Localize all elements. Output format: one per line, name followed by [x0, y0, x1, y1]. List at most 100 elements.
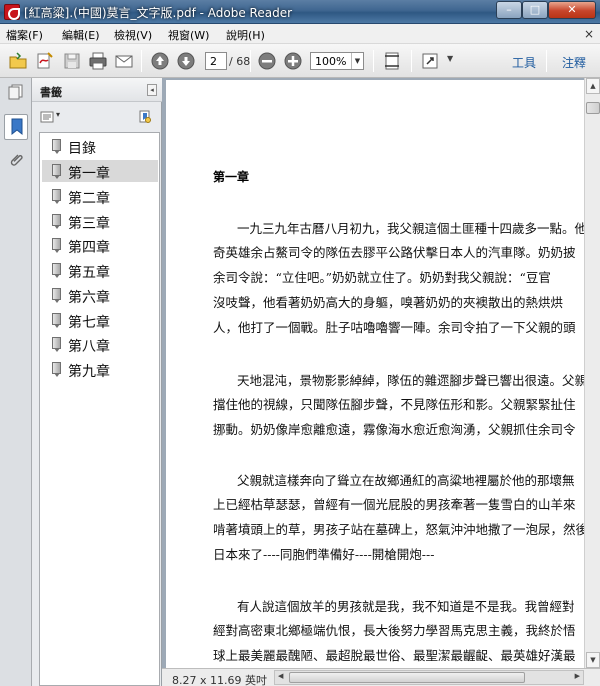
bookmarks-pane: 書籤 ◂ ▾ 目錄 第一章 第二章 第三章 第四章 第五章 第六章 第七章 第八…	[32, 78, 162, 686]
bookmark-chapter-4[interactable]: 第四章	[42, 234, 158, 256]
bookmark-icon	[52, 189, 61, 204]
zoom-value: 100%	[315, 55, 347, 68]
toolbar-separator	[411, 50, 412, 72]
window-title: [紅高粱].(中國)莫言_文字版.pdf - Adobe Reader	[24, 6, 293, 20]
minimize-button[interactable]: –	[496, 1, 522, 19]
paragraph-line: 天地混沌，景物影影綽綽，隊伍的雜遝腳步聲已響出很遠。父親	[237, 373, 584, 388]
paragraph-line: 有人說這個放羊的男孩就是我，我不知道是不是我。我曾經對	[237, 599, 575, 614]
chevron-down-icon[interactable]: ▼	[351, 53, 363, 69]
bookmark-icon	[52, 263, 61, 278]
bookmark-icon	[52, 214, 61, 229]
page-thumbnails-icon[interactable]	[8, 84, 24, 100]
paragraph-line: 沒吱聲，他看著奶奶高大的身軀，嗅著奶奶的夾襖散出的熱烘烘	[213, 295, 564, 310]
bookmark-icon	[10, 118, 24, 136]
bookmark-icon	[52, 139, 61, 154]
bookmark-chapter-5[interactable]: 第五章	[42, 259, 158, 281]
bookmark-chapter-3[interactable]: 第三章	[42, 210, 158, 232]
scroll-down-icon[interactable]: ▼	[586, 652, 600, 668]
menu-file[interactable]: 檔案(F)	[6, 27, 43, 43]
create-pdf-icon[interactable]	[34, 51, 54, 71]
menu-bar: 檔案(F) 編輯(E) 檢視(V) 視窗(W) 說明(H) ×	[0, 24, 600, 44]
toolbar-separator	[141, 50, 142, 72]
paragraph-line: 日本來了----同胞們準備好----開槍開炮---	[213, 547, 435, 562]
bookmarks-panel-button[interactable]	[4, 114, 28, 140]
bookmark-toc[interactable]: 目錄	[42, 135, 158, 157]
vertical-scrollbar[interactable]: ▲ ▼	[584, 78, 600, 668]
zoom-in-icon[interactable]	[283, 51, 303, 71]
paragraph-line: 奇英雄余占鰲司令的隊伍去膠平公路伏擊日本人的汽車隊。奶奶披	[213, 245, 576, 260]
page-total: / 68	[229, 55, 251, 68]
paragraph-line: 擋住他的視線，只聞隊伍腳步聲，不見隊伍形和影。父親緊緊扯住	[213, 397, 576, 412]
open-icon[interactable]	[8, 51, 28, 71]
zoom-select[interactable]: 100% ▼	[310, 52, 364, 70]
bookmark-icon	[52, 362, 61, 377]
bookmarks-header: 書籤 ◂	[32, 78, 162, 102]
email-icon[interactable]	[114, 51, 134, 71]
attachment-icon[interactable]	[8, 152, 24, 168]
toolbar-separator	[373, 50, 374, 72]
paragraph-line: 經對高密東北鄉極端仇恨，長大後努力學習馬克思主義，我終於悟	[213, 623, 576, 638]
pdf-page: 第一章 一九三九年古曆八月初九，我父親這個土匪種十四歲多一點。他 奇英雄余占鰲司…	[166, 80, 584, 680]
document-viewport[interactable]: 第一章 一九三九年古曆八月初九，我父親這個土匪種十四歲多一點。他 奇英雄余占鰲司…	[162, 78, 584, 680]
paragraph-line: 啃著墳頭上的草，男孩子站在墓碑上，怒氣沖沖地撒了一泡尿，然後	[213, 522, 584, 537]
navigation-rail	[0, 78, 32, 686]
bookmark-options-icon[interactable]	[40, 111, 54, 123]
paragraph-line: 余司令說：“立住吧。”奶奶就立住了。奶奶對我父親說：“豆官	[213, 270, 551, 285]
page-number-input[interactable]: 2	[205, 52, 227, 70]
print-icon[interactable]	[88, 51, 108, 71]
maximize-button[interactable]: □	[522, 1, 548, 19]
vertical-scroll-thumb[interactable]	[586, 102, 600, 114]
paragraph-line: 人，他打了一個戰。肚子咕嚕嚕響一陣。余司令拍了一下父親的頭	[213, 320, 576, 335]
bookmark-chapter-2[interactable]: 第二章	[42, 185, 158, 207]
bookmark-icon	[52, 337, 61, 352]
paragraph-line: 球上最美麗最醜陋、最超脫最世俗、最聖潔最齷齪、最英雄好漢最	[213, 648, 576, 663]
toolbar-separator	[250, 50, 251, 72]
bookmarks-title: 書籤	[40, 86, 62, 99]
paragraph-line: 挪動。奶奶像岸愈離愈遠，霧像海水愈近愈洶湧，父親抓住余司令	[213, 422, 576, 437]
collapse-panel-icon[interactable]: ◂	[147, 84, 157, 96]
page-size-label: 8.27 x 11.69 英吋	[172, 674, 267, 686]
bookmark-chapter-9[interactable]: 第九章	[42, 358, 158, 380]
horizontal-scroll-thumb[interactable]	[289, 672, 525, 683]
paragraph-line: 上已經枯草瑟瑟，曾經有一個光屁股的男孩牽著一隻雪白的山羊來	[213, 497, 576, 512]
bookmark-icon	[52, 238, 61, 253]
bookmarks-toolbar: ▾	[32, 102, 162, 132]
fullscreen-icon[interactable]	[420, 51, 440, 71]
scroll-left-icon[interactable]: ◀	[278, 672, 283, 680]
bookmark-chapter-8[interactable]: 第八章	[42, 333, 158, 355]
adobe-reader-icon	[4, 4, 20, 20]
document-close-icon[interactable]: ×	[584, 27, 594, 41]
bookmark-icon	[52, 164, 61, 179]
page-up-icon[interactable]	[150, 51, 170, 71]
menu-view[interactable]: 檢視(V)	[114, 27, 152, 43]
status-bar: 8.27 x 11.69 英吋 ◀ ▶	[162, 668, 600, 686]
page-down-icon[interactable]	[176, 51, 196, 71]
bookmark-list: 目錄 第一章 第二章 第三章 第四章 第五章 第六章 第七章 第八章 第九章	[39, 132, 160, 686]
title-bar: [紅高粱].(中國)莫言_文字版.pdf - Adobe Reader – □ …	[0, 0, 600, 24]
bookmark-chapter-6[interactable]: 第六章	[42, 284, 158, 306]
zoom-out-icon[interactable]	[257, 51, 277, 71]
toolbar-separator	[546, 50, 547, 72]
bookmark-chapter-7[interactable]: 第七章	[42, 309, 158, 331]
close-button[interactable]: ✕	[548, 1, 596, 19]
menu-window[interactable]: 視窗(W)	[168, 27, 209, 43]
comment-button[interactable]: 注釋	[562, 54, 586, 71]
bookmark-chapter-1[interactable]: 第一章	[42, 160, 158, 182]
scroll-up-icon[interactable]: ▲	[586, 78, 600, 94]
chapter-title: 第一章	[213, 170, 250, 184]
menu-edit[interactable]: 編輯(E)	[62, 27, 100, 43]
toolbar: 2 / 68 100% ▼ ▼ 工具 注釋	[0, 44, 600, 78]
fit-page-icon[interactable]	[382, 51, 402, 71]
tools-button[interactable]: 工具	[512, 54, 536, 71]
toolbar-options-chevron-icon[interactable]: ▼	[447, 54, 453, 63]
paragraph-line: 父親就這樣奔向了聳立在故鄉通紅的高粱地裡屬於他的那壞無	[237, 473, 575, 488]
paragraph-line: 一九三九年古曆八月初九，我父親這個土匪種十四歲多一點。他	[237, 221, 584, 236]
bookmark-options-chevron-icon[interactable]: ▾	[56, 110, 60, 119]
find-bookmark-icon[interactable]	[138, 110, 152, 124]
scroll-right-icon[interactable]: ▶	[575, 672, 580, 680]
menu-help[interactable]: 說明(H)	[226, 27, 265, 43]
bookmark-icon	[52, 313, 61, 328]
horizontal-scrollbar[interactable]: ◀ ▶	[274, 670, 584, 685]
bookmark-icon	[52, 288, 61, 303]
save-icon[interactable]	[62, 51, 82, 71]
